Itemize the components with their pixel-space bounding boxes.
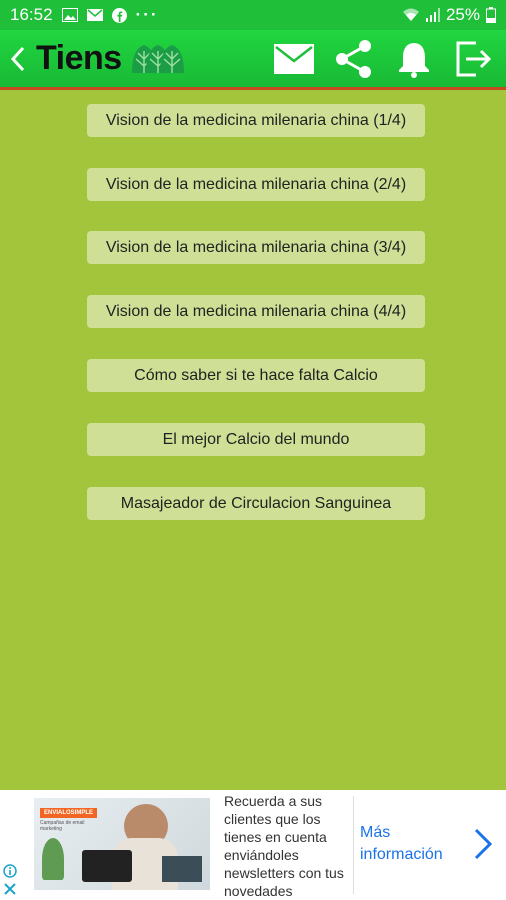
- logo-text: Tiens: [36, 39, 122, 77]
- facebook-icon: [111, 7, 127, 23]
- notifications-button[interactable]: [394, 39, 434, 79]
- app-logo: Tiens: [36, 29, 184, 89]
- list-item[interactable]: Vision de la medicina milenaria china (3…: [87, 231, 425, 264]
- monitor-shape: [162, 856, 202, 882]
- share-icon: [336, 39, 371, 78]
- ad-banner[interactable]: ENVIALOSIMPLE Campañas de email marketin…: [0, 790, 506, 900]
- laptop-shape: [82, 850, 132, 882]
- signal-icon: [425, 8, 440, 22]
- ad-image[interactable]: ENVIALOSIMPLE Campañas de email marketin…: [34, 798, 210, 890]
- status-bar: 16:52 ··· 25%: [0, 0, 506, 30]
- app-bar: Tiens: [0, 30, 506, 90]
- exit-button[interactable]: [454, 39, 494, 79]
- exit-icon: [456, 41, 492, 76]
- list-item[interactable]: Cómo saber si te hace falta Calcio: [87, 359, 425, 392]
- list-item[interactable]: Masajeador de Circulacion Sanguinea: [87, 487, 425, 520]
- back-button[interactable]: [0, 29, 36, 89]
- battery-percent: 25%: [445, 5, 480, 24]
- mail-icon: [274, 43, 314, 74]
- wifi-icon: [402, 8, 419, 21]
- ad-brand-subtitle: Campañas de email marketing: [40, 820, 85, 832]
- ad-text[interactable]: Recuerda a sus clientes que los tienes e…: [224, 792, 352, 900]
- list-item[interactable]: Vision de la medicina milenaria china (2…: [87, 168, 425, 201]
- chevron-right-icon[interactable]: [470, 826, 496, 862]
- share-button[interactable]: [334, 39, 374, 79]
- email-icon: [86, 9, 103, 21]
- leaf-logo-icon: [131, 44, 184, 73]
- battery-icon: [486, 7, 496, 23]
- back-icon: [10, 46, 25, 71]
- image-icon: [61, 8, 78, 22]
- ad-info-icon[interactable]: [3, 864, 17, 878]
- status-overflow: ···: [135, 5, 159, 24]
- mail-button[interactable]: [274, 39, 314, 79]
- ad-divider: [353, 796, 354, 894]
- status-time: 16:52: [10, 5, 53, 24]
- plant-shape: [42, 838, 64, 880]
- ad-close-icon[interactable]: [3, 882, 17, 896]
- list-item[interactable]: El mejor Calcio del mundo: [87, 423, 425, 456]
- list-item[interactable]: Vision de la medicina milenaria china (4…: [87, 295, 425, 328]
- bell-icon: [399, 42, 429, 78]
- ad-brand-tag: ENVIALOSIMPLE: [40, 808, 98, 818]
- ad-cta-link[interactable]: Más información: [360, 822, 470, 866]
- list-item[interactable]: Vision de la medicina milenaria china (1…: [87, 104, 425, 137]
